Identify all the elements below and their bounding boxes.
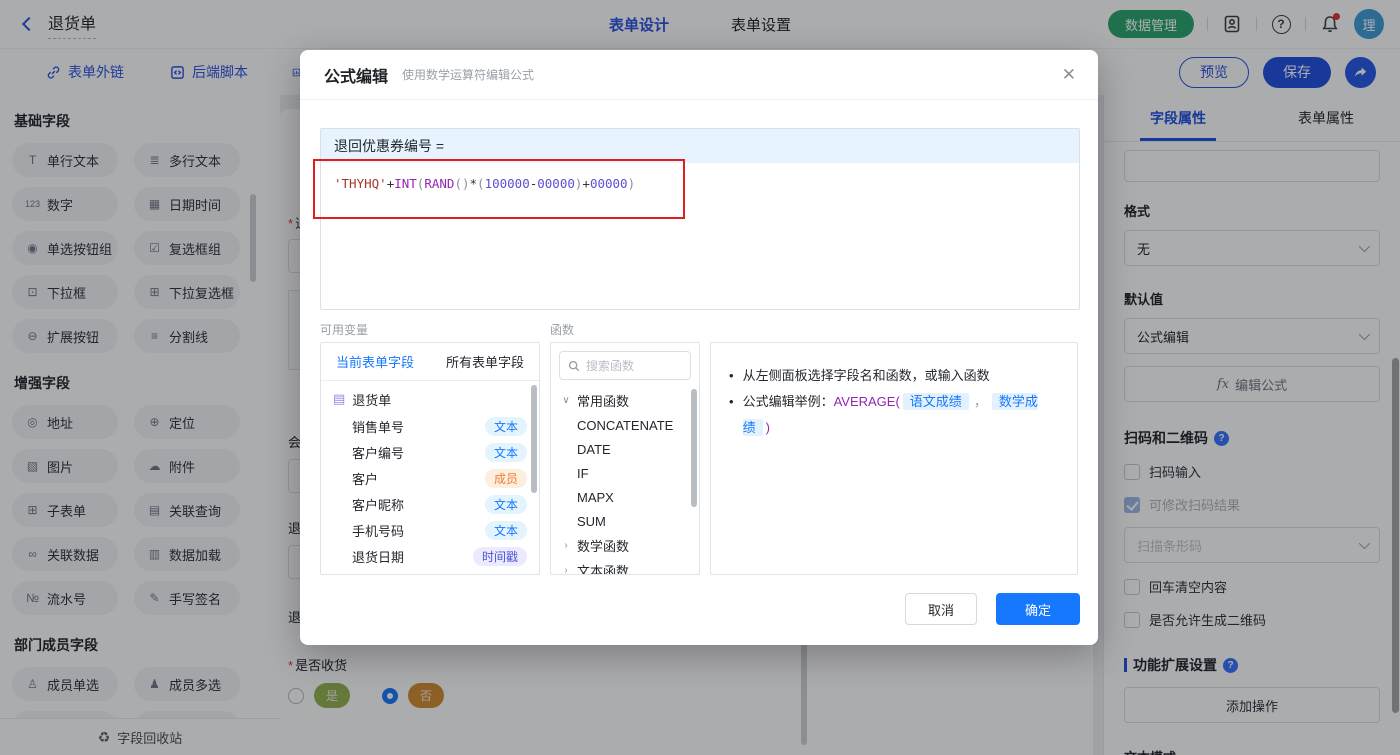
modal-subtitle: 使用数学运算符编辑公式	[402, 68, 535, 82]
chevron-down-icon: ∨	[562, 395, 570, 406]
hint-line-1: • 从左侧面板选择字段名和函数，或输入函数	[729, 368, 990, 383]
type-badge: 时间戳	[472, 546, 527, 566]
type-badge: 文本	[484, 442, 527, 462]
search-icon	[568, 360, 580, 371]
functions-panel: ∨常用函数 CONCATENATE DATE IF MAPX SUM ›数学函数…	[550, 342, 700, 575]
variable-row[interactable]: 退货日期 时间戳	[321, 543, 539, 569]
formula-target-label: 退回优惠券编号 =	[321, 129, 1079, 163]
variables-scrollbar[interactable]	[531, 385, 537, 493]
chevron-right-icon: ›	[564, 565, 568, 575]
function-item[interactable]: DATE	[551, 437, 699, 461]
hint-line-2: • 公式编辑举例：AVERAGE(语文成绩，数学成绩)	[729, 393, 1038, 436]
function-group-text[interactable]: › 文本函数	[551, 558, 699, 575]
function-item[interactable]: MAPX	[551, 485, 699, 509]
function-group-common[interactable]: ∨ 常用函数	[551, 388, 699, 413]
example-field-chip: 语文成绩	[902, 393, 969, 410]
formula-editor-modal: 公式编辑 使用数学运算符编辑公式 ✕ 退回优惠券编号 = 'THYHQ'+INT…	[300, 50, 1098, 645]
hints-panel: • 从左侧面板选择字段名和函数，或输入函数 • 公式编辑举例：AVERAGE(语文成…	[710, 342, 1078, 575]
modal-title: 公式编辑	[324, 68, 389, 86]
function-group-math[interactable]: › 数学函数	[551, 533, 699, 558]
tab-all-form-fields[interactable]: 所有表单字段	[446, 352, 524, 371]
app-root: 退货单 表单设计 表单设置 数据管理 ? 理 表单外链 后端脚本 预览 保存 基…	[0, 0, 1400, 755]
variable-row[interactable]: 客户编号 文本	[321, 439, 539, 465]
functions-panel-title: 函数	[550, 323, 575, 337]
variable-row[interactable]: 手机号码 文本	[321, 517, 539, 543]
tab-current-form-fields[interactable]: 当前表单字段	[336, 352, 414, 371]
confirm-button[interactable]: 确定	[996, 593, 1080, 625]
formula-input-area[interactable]: 'THYHQ'+INT(RAND()*(100000-00000)+00000)	[321, 163, 1079, 204]
cancel-button[interactable]: 取消	[905, 593, 977, 625]
form-doc-icon: ▤	[333, 391, 346, 406]
chevron-right-icon: ›	[564, 540, 568, 551]
variable-row[interactable]: 销售单号 文本	[321, 413, 539, 439]
function-search-box[interactable]	[559, 351, 691, 380]
type-badge: 文本	[484, 416, 527, 436]
variables-panel-title: 可用变量	[320, 323, 369, 337]
functions-scrollbar[interactable]	[691, 389, 697, 507]
variable-row[interactable]: 客户 成员	[321, 465, 539, 491]
type-badge: 文本	[484, 494, 527, 514]
function-item[interactable]: SUM	[551, 509, 699, 533]
variable-row[interactable]: 客户昵称 文本	[321, 491, 539, 517]
close-icon[interactable]: ✕	[1062, 66, 1076, 83]
variables-root-node[interactable]: ▤ 退货单	[321, 385, 539, 413]
type-badge: 文本	[484, 520, 527, 540]
function-item[interactable]: IF	[551, 461, 699, 485]
formula-editor: 退回优惠券编号 = 'THYHQ'+INT(RAND()*(100000-000…	[320, 128, 1080, 310]
type-badge: 成员	[484, 468, 527, 488]
function-item[interactable]: CONCATENATE	[551, 413, 699, 437]
variables-panel: 当前表单字段 所有表单字段 ▤ 退货单 销售单号 文本 客户编号 文本 客户 成员 客户…	[320, 342, 540, 575]
function-search-input[interactable]	[586, 358, 676, 373]
